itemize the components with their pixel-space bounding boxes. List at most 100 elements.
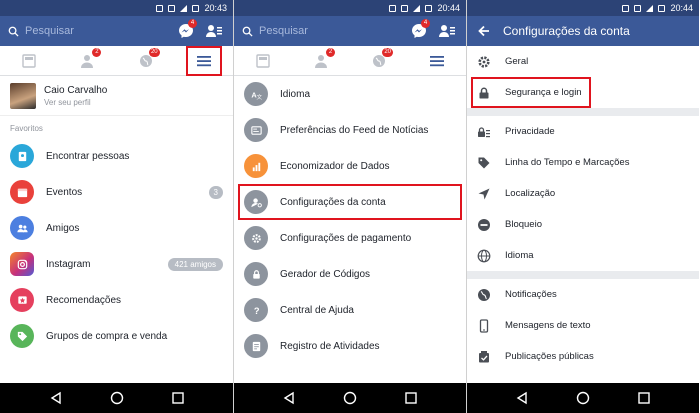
privacy-lock-icon [478, 126, 490, 137]
search-icon [8, 26, 19, 37]
profile-name: Caio Carvalho [44, 84, 108, 96]
back-icon[interactable] [49, 391, 63, 405]
panel-menu-home: 20:43 Pesquisar 4 2 20 Caio Carvalho Ver… [0, 0, 233, 413]
home-icon[interactable] [576, 391, 590, 405]
messenger-badge: 4 [421, 19, 430, 28]
menu-item-data-saver[interactable]: Economizador de Dados [234, 148, 466, 184]
find-people-icon [10, 144, 34, 168]
alarm-icon [401, 4, 409, 12]
tab-notifications[interactable]: 20 [130, 47, 162, 74]
menu-item-label: Encontrar pessoas [46, 150, 130, 162]
search-input[interactable]: Pesquisar [242, 25, 402, 37]
contacts-button[interactable] [203, 20, 225, 42]
friends-icon [10, 216, 34, 240]
lock-icon [244, 262, 268, 286]
public-posts-icon [479, 350, 489, 362]
settings-item-security-login[interactable]: Segurança e login [471, 77, 591, 108]
tab-news-feed[interactable] [13, 48, 45, 74]
settings-item-timeline-tagging[interactable]: Linha do Tempo e Marcações [467, 147, 699, 178]
menu-item-feed-preferences[interactable]: Preferências do Feed de Notícias [234, 112, 466, 148]
news-feed-icon [256, 53, 270, 68]
settings-item-notifications[interactable]: Notificações [467, 279, 699, 310]
home-icon[interactable] [110, 391, 124, 405]
contacts-button[interactable] [436, 20, 458, 42]
menu-item-activity-log[interactable]: Registro de Atividades [234, 328, 466, 364]
language-icon: A文 [244, 82, 268, 106]
menu-item-language[interactable]: A文 Idioma [234, 76, 466, 112]
menu-item-label: Gerador de Códigos [280, 268, 371, 280]
menu-item-label: Registro de Atividades [280, 340, 380, 352]
menu-item-account-settings[interactable]: Configurações da conta [238, 184, 462, 220]
settings-item-label: Geral [505, 56, 529, 67]
vibrate-icon [622, 4, 630, 12]
menu-item-label: Instagram [46, 258, 91, 270]
tab-menu[interactable] [185, 45, 222, 76]
status-time: 20:44 [670, 3, 693, 13]
settings-item-label: Idioma [505, 250, 534, 261]
tab-friend-requests[interactable]: 2 [71, 47, 103, 74]
settings-item-privacy[interactable]: Privacidade [467, 116, 699, 147]
settings-item-blocking[interactable]: Bloqueio [467, 209, 699, 240]
search-placeholder: Pesquisar [25, 25, 74, 37]
vibrate-icon [389, 4, 397, 12]
tab-friend-requests[interactable]: 2 [305, 47, 337, 74]
back-icon[interactable] [515, 391, 529, 405]
messenger-button[interactable]: 4 [408, 19, 430, 42]
contacts-icon [206, 25, 222, 37]
data-saver-icon [244, 154, 268, 178]
tag-icon [478, 157, 490, 168]
news-feed-icon [22, 53, 36, 68]
help-icon: ? [244, 298, 268, 322]
svg-text:文: 文 [256, 93, 262, 101]
top-bar: Pesquisar 4 [234, 16, 466, 46]
settings-item-language[interactable]: Idioma [467, 240, 699, 271]
svg-text:?: ? [253, 306, 259, 316]
hamburger-menu-icon [430, 55, 444, 66]
friend-requests-badge: 2 [92, 47, 102, 57]
settings-item-text-messages[interactable]: Mensagens de texto [467, 310, 699, 341]
menu-item-payment-settings[interactable]: Configurações de pagamento [234, 220, 466, 256]
calendar-icon [10, 180, 34, 204]
section-favorites: Favoritos [10, 124, 43, 133]
menu-item-code-generator[interactable]: Gerador de Códigos [234, 256, 466, 292]
android-nav-bar [234, 383, 466, 413]
avatar [10, 82, 36, 109]
menu-item-find-people[interactable]: Encontrar pessoas [0, 138, 233, 174]
block-icon [478, 218, 490, 231]
status-time: 20:44 [437, 3, 460, 13]
recent-apps-icon[interactable] [404, 391, 418, 405]
menu-item-friends[interactable]: Amigos [0, 210, 233, 246]
battery-icon [192, 4, 200, 12]
account-settings-icon [244, 190, 268, 214]
tab-menu[interactable] [421, 48, 453, 74]
search-input[interactable]: Pesquisar [8, 25, 169, 37]
messenger-button[interactable]: 4 [175, 19, 197, 42]
profile-row[interactable]: Caio Carvalho Ver seu perfil [0, 76, 233, 116]
recent-apps-icon[interactable] [171, 391, 185, 405]
settings-item-public-posts[interactable]: Publicações públicas [467, 341, 699, 372]
back-arrow-icon[interactable] [477, 24, 491, 38]
star-icon [10, 288, 34, 312]
menu-item-label: Idioma [280, 88, 311, 100]
tab-notifications[interactable]: 20 [363, 47, 395, 74]
menu-item-buy-sell-groups[interactable]: Grupos de compra e venda [0, 318, 233, 354]
alarm-icon [168, 4, 176, 12]
hamburger-menu-icon [196, 55, 211, 66]
settings-item-general[interactable]: Geral [467, 46, 699, 77]
notifications-badge: 20 [382, 47, 393, 57]
tab-news-feed[interactable] [247, 48, 279, 74]
back-icon[interactable] [282, 391, 296, 405]
menu-item-help-center[interactable]: ? Central de Ajuda [234, 292, 466, 328]
home-icon[interactable] [343, 391, 357, 405]
menu-item-events[interactable]: Eventos 3 [0, 174, 233, 210]
battery-icon [425, 4, 433, 12]
settings-item-location[interactable]: Localização [467, 178, 699, 209]
battery-icon [658, 4, 666, 12]
menu-item-instagram[interactable]: Instagram 421 amigos [0, 246, 233, 282]
tab-bar: 2 20 [0, 45, 233, 76]
globe-icon [477, 249, 491, 262]
contacts-icon [439, 25, 455, 37]
recent-apps-icon[interactable] [637, 391, 651, 405]
alarm-icon [634, 4, 642, 12]
menu-item-recommendations[interactable]: Recomendações [0, 282, 233, 318]
